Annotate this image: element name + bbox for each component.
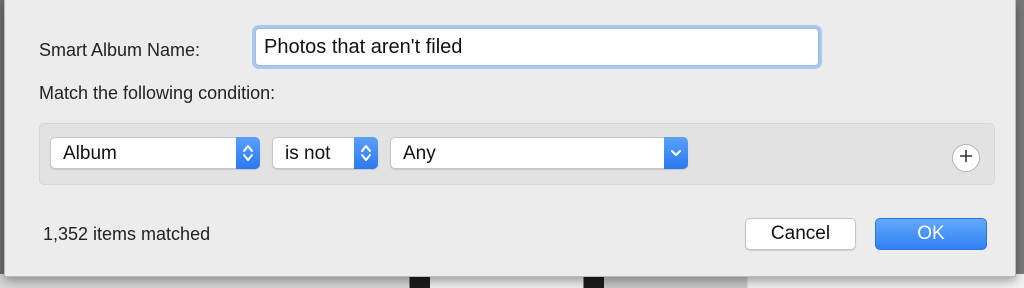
value-popup-value: Any <box>403 143 436 164</box>
operator-popup-value: is not <box>285 143 331 164</box>
condition-rule-row: Album is not Any <box>39 123 995 185</box>
items-matched-count: 1,352 items matched <box>43 224 211 244</box>
value-popup[interactable]: Any <box>390 137 688 169</box>
smart-album-name-label: Smart Album Name: <box>39 40 201 60</box>
field-popup-value: Album <box>63 143 117 164</box>
up-down-arrows-icon <box>236 137 260 169</box>
cancel-button[interactable]: Cancel <box>745 218 856 250</box>
smart-album-name-input[interactable] <box>255 28 819 66</box>
match-condition-label: Match the following condition: <box>39 83 276 103</box>
add-condition-button[interactable] <box>952 144 980 172</box>
ok-button[interactable]: OK <box>875 218 987 250</box>
plus-icon <box>958 148 974 169</box>
chevron-down-icon <box>664 137 688 169</box>
smart-album-sheet: Smart Album Name: Match the following co… <box>4 0 1016 277</box>
field-popup[interactable]: Album <box>50 137 260 169</box>
up-down-arrows-icon <box>354 137 378 169</box>
operator-popup[interactable]: is not <box>272 137 378 169</box>
